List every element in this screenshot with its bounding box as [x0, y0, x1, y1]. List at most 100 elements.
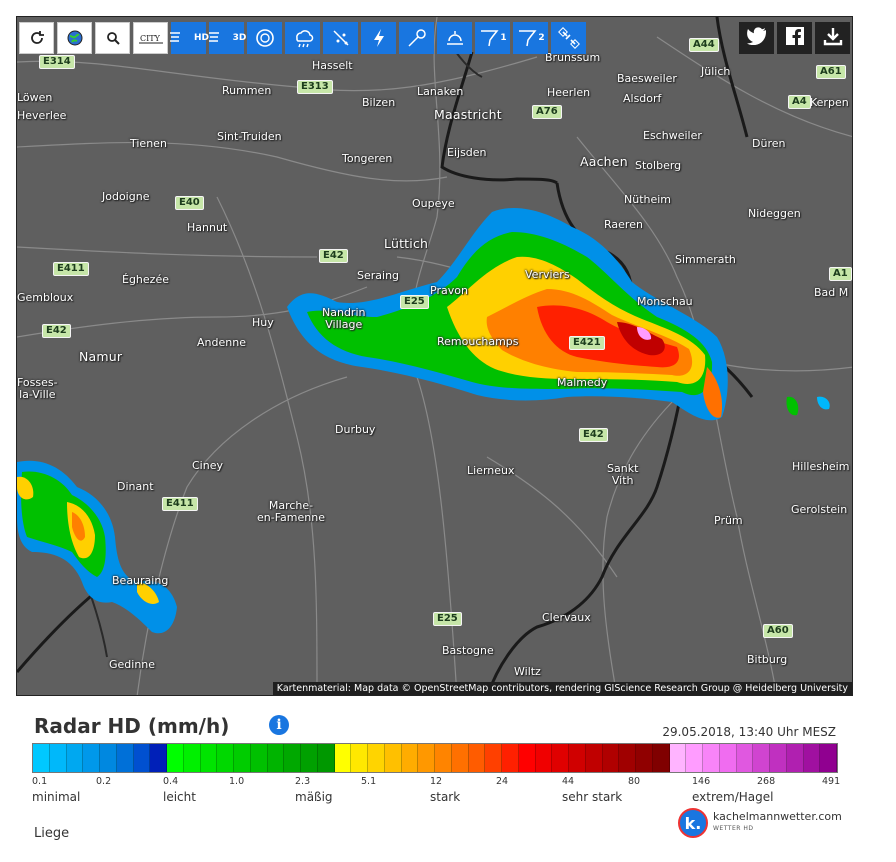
scale-tick-label: 146	[692, 776, 711, 787]
road-shield: A4	[788, 95, 811, 109]
color-swatch	[217, 744, 234, 772]
color-swatch	[552, 744, 569, 772]
satellite-button[interactable]	[551, 22, 586, 54]
scale-category-label: stark	[430, 790, 461, 804]
brand-name: kachelmannwetter.com	[713, 810, 842, 823]
color-swatch	[100, 744, 117, 772]
radar-hd-button[interactable]: HD	[168, 22, 209, 54]
city-icon: CITY	[138, 32, 163, 44]
place-label: Beauraing	[112, 574, 169, 587]
radar-hd-icon	[168, 27, 194, 49]
scale-tick-label: 44	[562, 776, 575, 787]
road-shield: E421	[569, 336, 605, 350]
color-swatch	[602, 744, 620, 772]
place-label: Simmerath	[675, 253, 736, 266]
lightning-icon	[368, 27, 390, 49]
scale-tick-label: 5.1	[361, 776, 377, 787]
color-swatch	[301, 744, 318, 772]
place-label: Clervaux	[542, 611, 591, 624]
color-swatch	[418, 744, 435, 772]
color-swatch	[686, 744, 703, 772]
radar-loop-button[interactable]	[247, 22, 282, 54]
hail-icon	[330, 27, 352, 49]
warning-icon	[444, 27, 466, 49]
radar-map[interactable]: Hasselt Rummen Bilzen Lanaken Maastricht Brun…	[16, 16, 853, 696]
road-shield: A1	[829, 267, 852, 281]
color-swatch	[200, 744, 218, 772]
zoom-button[interactable]	[95, 22, 130, 54]
place-label: Bastogne	[442, 644, 494, 657]
place-label: Gembloux	[17, 291, 74, 304]
road-shield: E25	[433, 612, 462, 626]
scale-tick-label: 491	[822, 776, 841, 787]
globe-button[interactable]	[57, 22, 92, 54]
scale-category-label: minimal	[32, 790, 81, 804]
color-swatch	[502, 744, 519, 772]
tornado-1-button[interactable]: 1	[475, 22, 510, 54]
radar-3d-button[interactable]: 3D	[208, 22, 246, 54]
scale-tick-label: 24	[496, 776, 509, 787]
road-shield: A60	[763, 624, 793, 638]
city-button[interactable]: CITY	[133, 22, 168, 54]
color-swatch	[585, 744, 603, 772]
color-swatch	[669, 744, 687, 772]
warning-button[interactable]	[437, 22, 472, 54]
download-button[interactable]	[815, 22, 850, 54]
place-label: Aachen	[580, 154, 628, 169]
color-swatch	[384, 744, 402, 772]
tornado-2-button[interactable]: 2	[513, 22, 548, 54]
radar-loop-icon	[254, 27, 276, 49]
color-swatch	[83, 744, 100, 772]
lightning-button[interactable]	[361, 22, 396, 54]
facebook-button[interactable]	[777, 22, 812, 54]
color-swatch	[401, 744, 419, 772]
place-label: Nütheim	[624, 193, 672, 206]
road-shield: E40	[175, 196, 204, 210]
scale-tick-label: 12	[430, 776, 443, 787]
scale-category-label: extrem/Hagel	[692, 790, 774, 804]
scale-category-label: mäßig	[295, 790, 333, 804]
refresh-button[interactable]	[19, 22, 54, 54]
color-swatch	[518, 744, 536, 772]
legend-title: Radar HD (mm/h)	[34, 714, 230, 738]
place-label: Maastricht	[434, 107, 502, 122]
scale-tick-label: 0.4	[163, 776, 179, 787]
place-label: Raeren	[604, 218, 643, 231]
facebook-icon	[785, 27, 804, 49]
place-label: Stolberg	[635, 159, 682, 172]
place-label: Ciney	[192, 459, 223, 472]
place-label: Tienen	[130, 137, 167, 150]
svg-text:CITY: CITY	[140, 34, 161, 43]
brand-logo-icon: k.	[678, 808, 708, 838]
radar-timestamp: 29.05.2018, 13:40 Uhr MESZ	[662, 725, 836, 739]
satellite-icon	[557, 27, 580, 49]
tornado-icon	[478, 27, 500, 49]
color-swatch	[803, 744, 821, 772]
color-swatch	[636, 744, 653, 772]
road-shield: E411	[53, 262, 89, 276]
hail-button[interactable]	[323, 22, 358, 54]
color-swatch	[66, 744, 84, 772]
twitter-button[interactable]	[739, 22, 774, 54]
scale-tick-label: 268	[757, 776, 776, 787]
place-label: Sint-Truiden	[217, 130, 282, 143]
precip-type-button[interactable]	[285, 22, 320, 54]
color-swatch	[33, 744, 50, 772]
place-label: Tongeren	[342, 152, 393, 165]
storm-track-button[interactable]	[399, 22, 434, 54]
color-swatch	[317, 744, 335, 772]
place-label: Nandrin Village	[322, 306, 366, 331]
place-label: Seraing	[357, 269, 400, 282]
place-label: Hillesheim	[792, 460, 850, 473]
color-swatch	[183, 744, 201, 772]
color-swatch	[535, 744, 553, 772]
info-icon[interactable]: i	[269, 715, 289, 735]
twitter-icon	[746, 27, 767, 49]
brand[interactable]: k. kachelmannwetter.com WETTER HD	[678, 808, 842, 838]
color-scale	[32, 743, 838, 773]
place-label: Eijsden	[447, 146, 487, 159]
place-label: Gerolstein	[791, 503, 848, 516]
place-label: Durbuy	[335, 423, 376, 436]
road-shield: E42	[319, 249, 348, 263]
place-label: Dinant	[117, 480, 154, 493]
